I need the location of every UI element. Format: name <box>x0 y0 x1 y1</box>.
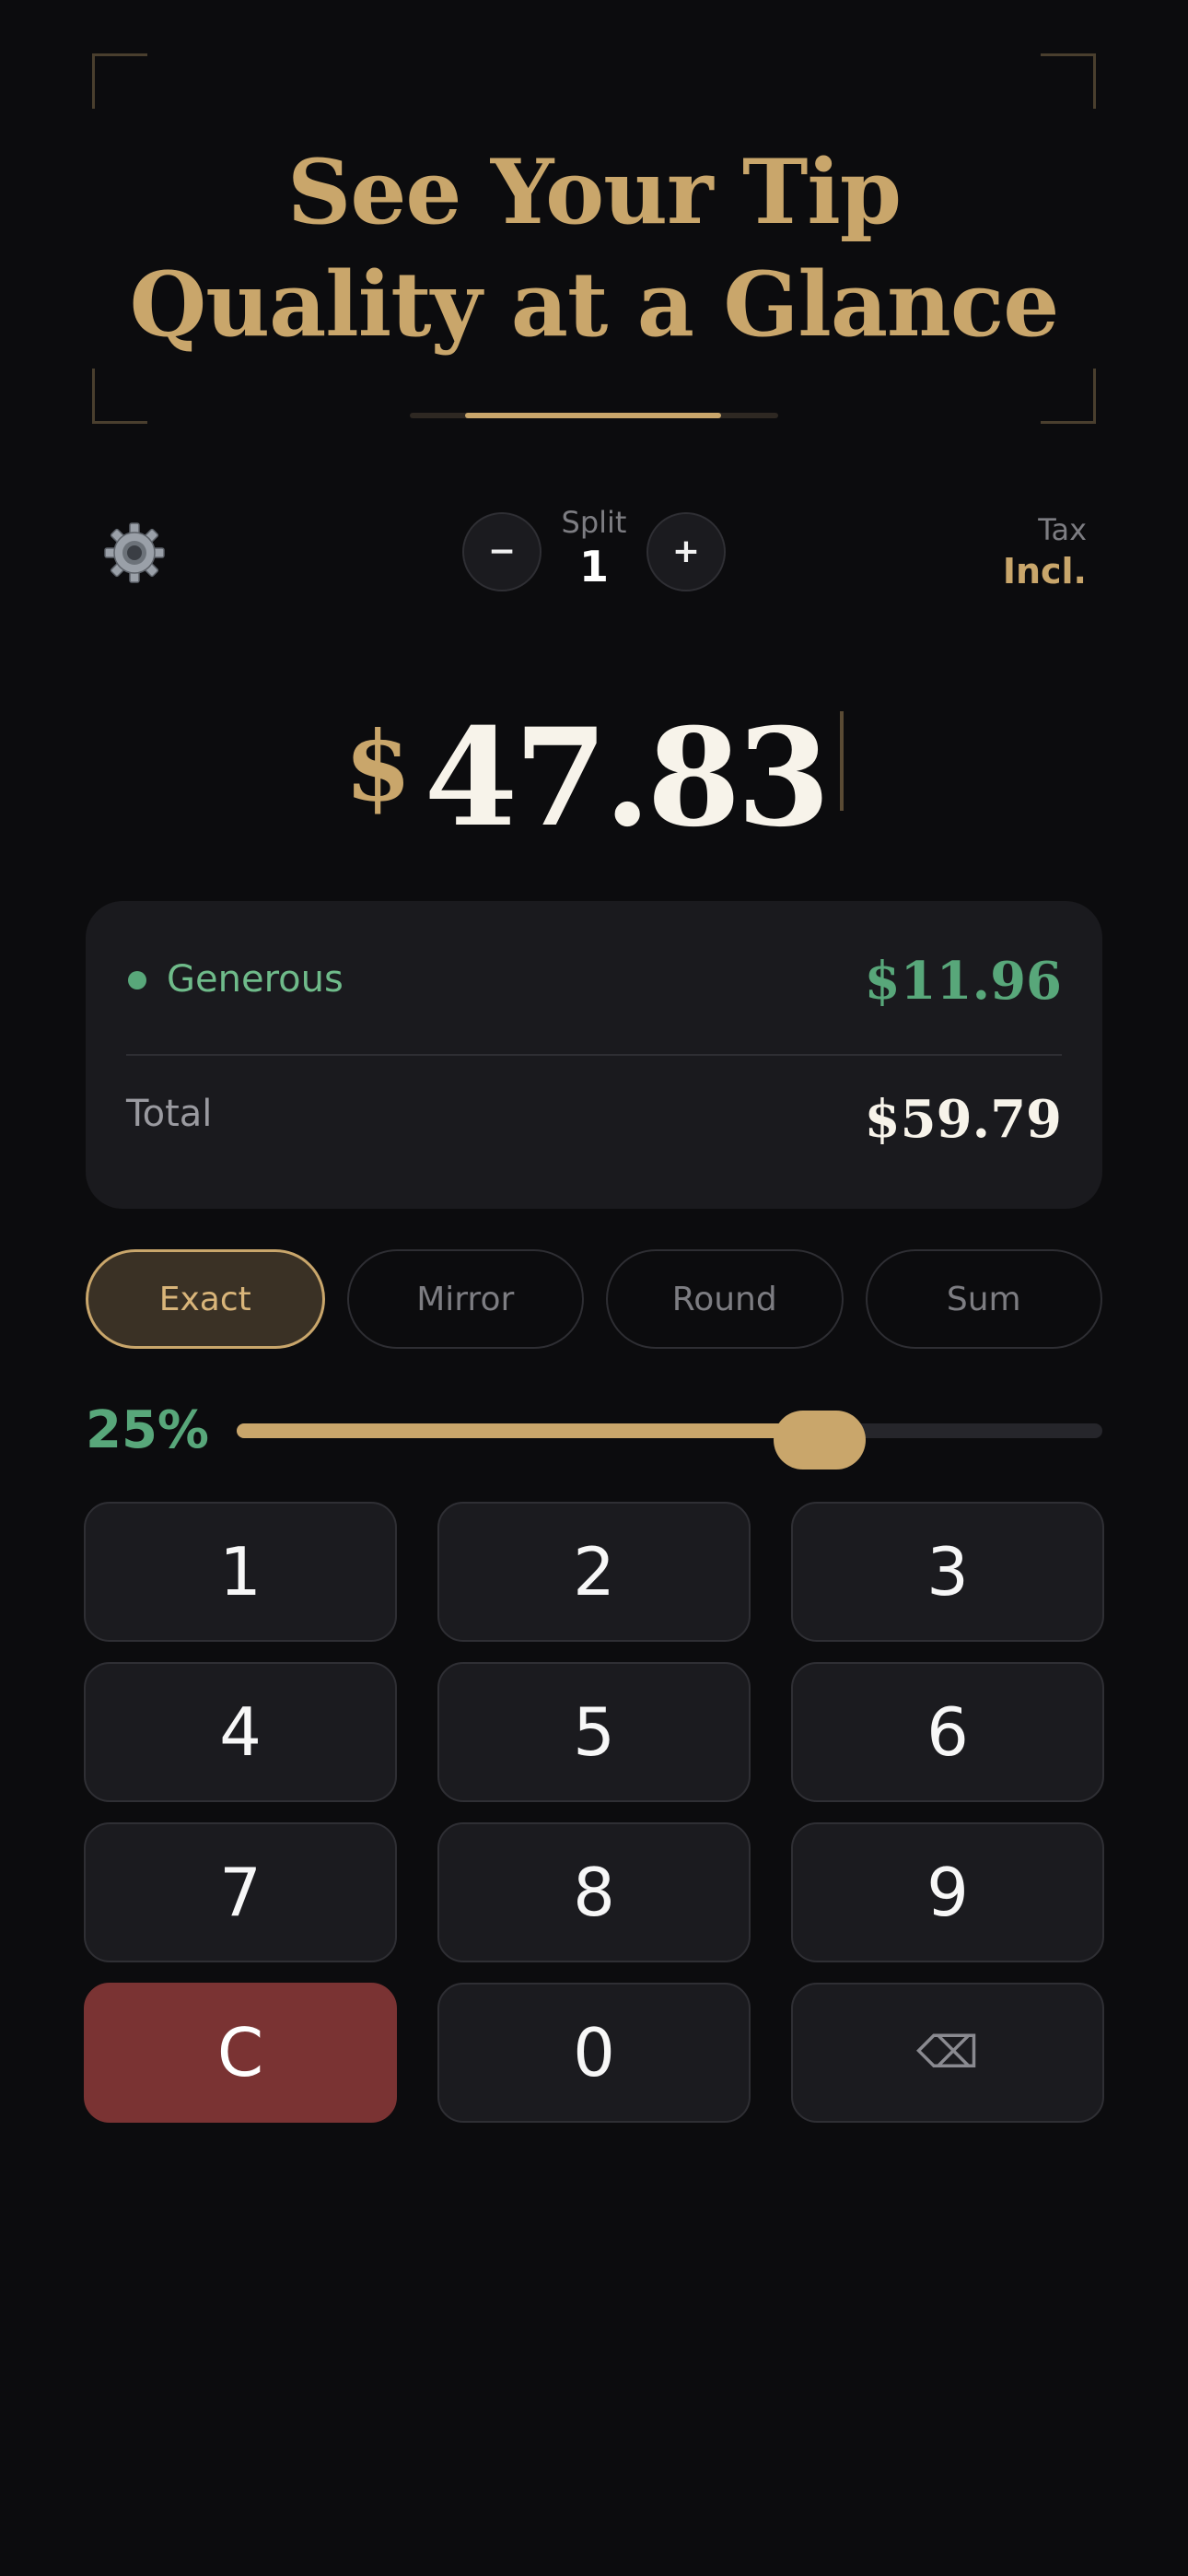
slider-fill <box>237 1423 820 1438</box>
tip-percent-label: 25% <box>86 1400 210 1460</box>
result-card: Generous $11.96 Total $59.79 <box>86 901 1102 1209</box>
tip-calculator-screen: See Your Tip Quality at a Glance − Split… <box>0 0 1188 2576</box>
hero-progress-fill <box>465 413 721 418</box>
mode-sum-button[interactable]: Sum <box>865 1249 1102 1349</box>
key-6[interactable]: 6 <box>791 1662 1104 1802</box>
split-increase-button[interactable]: + <box>646 512 726 591</box>
tax-toggle[interactable]: Incl. <box>1003 551 1087 591</box>
slider-thumb[interactable] <box>774 1411 866 1469</box>
corner-decoration <box>1041 369 1096 424</box>
clear-button[interactable]: C <box>84 1983 397 2123</box>
bill-amount: 47.83 <box>424 699 831 857</box>
backspace-button[interactable]: ⌫ <box>791 1983 1104 2123</box>
text-cursor <box>839 711 844 811</box>
tip-percent-slider-row: 25% <box>86 1397 1102 1469</box>
tip-quality-label: Generous <box>167 958 344 1001</box>
split-decrease-button[interactable]: − <box>462 512 542 591</box>
total-label: Total <box>126 1093 213 1135</box>
gear-icon <box>104 522 165 583</box>
mode-exact-button[interactable]: Exact <box>86 1249 325 1349</box>
bill-amount-display[interactable]: $ 47.83 <box>0 700 1188 857</box>
total-amount: $59.79 <box>864 1089 1062 1150</box>
key-0[interactable]: 0 <box>437 1983 751 2123</box>
key-4[interactable]: 4 <box>84 1662 397 1802</box>
mode-mirror-button[interactable]: Mirror <box>346 1249 584 1349</box>
key-2[interactable]: 2 <box>437 1502 751 1642</box>
split-value: 1 <box>578 542 609 591</box>
total-row: Total $59.79 <box>126 1069 1062 1170</box>
mode-round-button[interactable]: Round <box>606 1249 844 1349</box>
rounding-mode-selector: Exact Mirror Round Sum <box>86 1249 1102 1351</box>
controls-row: − Split 1 + Tax Incl. <box>0 498 1188 608</box>
key-5[interactable]: 5 <box>437 1662 751 1802</box>
hero-title-line1: See Your Tip <box>287 140 902 244</box>
hero-title: See Your Tip Quality at a Glance <box>92 136 1096 361</box>
tip-percent-slider[interactable] <box>237 1411 1102 1469</box>
key-7[interactable]: 7 <box>84 1822 397 1962</box>
backspace-icon: ⌫ <box>916 2027 979 2078</box>
divider <box>126 1054 1062 1056</box>
corner-decoration <box>1041 53 1096 109</box>
split-label: Split <box>561 505 627 540</box>
rating-indicator-dot <box>128 971 146 989</box>
key-8[interactable]: 8 <box>437 1822 751 1962</box>
hero-progress-bar <box>410 413 778 418</box>
tax-label: Tax <box>1038 512 1087 547</box>
key-1[interactable]: 1 <box>84 1502 397 1642</box>
currency-symbol: $ <box>344 709 412 823</box>
key-3[interactable]: 3 <box>791 1502 1104 1642</box>
tip-amount: $11.96 <box>864 951 1062 1012</box>
tip-row: Generous $11.96 <box>126 942 1062 1015</box>
number-keypad: 1 2 3 4 5 6 7 8 9 C 0 ⌫ <box>84 1502 1104 2123</box>
corner-decoration <box>92 369 147 424</box>
key-9[interactable]: 9 <box>791 1822 1104 1962</box>
settings-button[interactable] <box>103 521 166 584</box>
hero-title-line2: Quality at a Glance <box>129 252 1060 357</box>
corner-decoration <box>92 53 147 109</box>
hero: See Your Tip Quality at a Glance <box>92 53 1096 424</box>
